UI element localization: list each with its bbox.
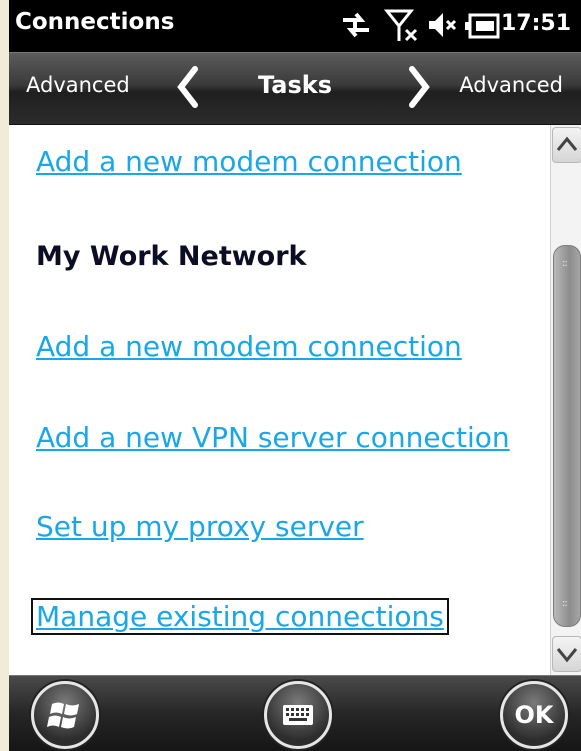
grip-icon: :: — [562, 258, 568, 269]
scrollbar[interactable]: :: :: — [550, 125, 581, 675]
battery-charging-icon — [464, 12, 500, 44]
speaker-muted-icon — [427, 8, 457, 46]
link-add-modem-connection-work[interactable]: Add a new modem connection — [36, 330, 462, 363]
start-button[interactable] — [31, 681, 99, 749]
bottom-bar: OK — [9, 675, 581, 751]
link-add-modem-connection[interactable]: Add a new modem connection — [36, 145, 462, 178]
keyboard-icon — [283, 705, 313, 725]
windows-logo-icon — [47, 702, 79, 729]
chevron-up-icon — [556, 136, 578, 151]
status-title: Connections — [15, 9, 175, 35]
signal-no-service-icon — [383, 8, 420, 48]
task-list: Add a new modem connection My Work Netwo… — [9, 125, 581, 675]
ok-button[interactable]: OK — [500, 681, 568, 749]
status-bar: Connections 17:51 — [9, 0, 581, 52]
chevron-down-icon — [556, 648, 578, 663]
status-time: 17:51 — [500, 11, 571, 36]
grip-icon: :: — [562, 598, 568, 609]
data-transfer-icon — [339, 8, 373, 46]
link-set-up-proxy-server[interactable]: Set up my proxy server — [36, 510, 364, 543]
scroll-up-button[interactable] — [552, 127, 581, 163]
device-screen: Connections 17:51 Advanced Tasks Advance… — [9, 0, 581, 751]
chevron-right-icon[interactable] — [406, 65, 432, 113]
keyboard-button[interactable] — [264, 681, 332, 749]
nav-bar: Advanced Tasks Advanced — [9, 52, 581, 126]
link-manage-existing-connections[interactable]: Manage existing connections — [31, 598, 449, 635]
nav-next-label[interactable]: Advanced — [459, 73, 563, 97]
scroll-thumb[interactable]: :: :: — [553, 245, 581, 627]
link-add-vpn-server-connection[interactable]: Add a new VPN server connection — [36, 421, 510, 454]
scroll-down-button[interactable] — [552, 636, 581, 672]
section-heading-my-work-network: My Work Network — [36, 241, 307, 272]
